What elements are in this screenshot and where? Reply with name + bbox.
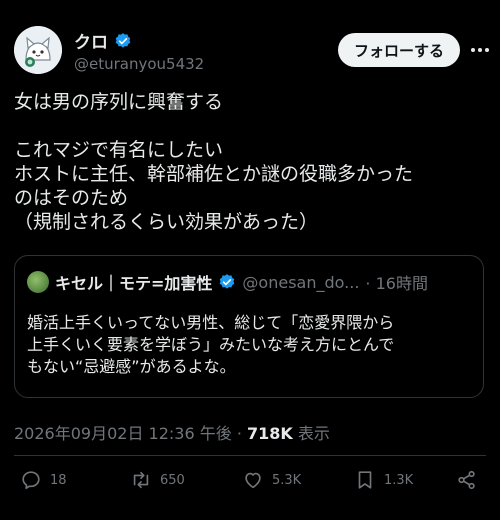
author-handle[interactable]: @eturanyou5432 — [74, 55, 204, 73]
like-count: 5.3K — [272, 472, 302, 488]
quoted-verified-badge-icon — [220, 274, 235, 289]
bookmark-icon — [358, 471, 372, 489]
tweet-text: 女は男の序列に興奮する これマジで有名にしたい ホストに主任、幹部補佐とか謎の役… — [14, 91, 414, 233]
quoted-author-handle: @onesan_do... — [242, 272, 360, 292]
bookmark-button[interactable]: 1.3K — [354, 465, 413, 495]
author-name-row: クロ — [74, 28, 132, 53]
follow-button[interactable]: フォローする — [337, 33, 460, 67]
quoted-author-name: キセル｜モテ=加害性 — [55, 274, 213, 293]
tweet-view: クロ @eturanyou5432 フォローする 女は男の序列に興奮する これマ… — [0, 0, 500, 520]
divider — [14, 455, 486, 456]
quoted-tweet-text: 婚活上手くいってない男性、総じて「恋愛界隈から 上手くいく要素を学ぼう」みたいな… — [27, 313, 395, 376]
action-bar: 18 650 5.3K 1.3K — [0, 465, 500, 495]
quoted-author-avatar — [27, 271, 49, 293]
share-button[interactable] — [456, 465, 478, 495]
quoted-tweet-header: キセル｜モテ=加害性 @onesan_do... · 16時間 — [27, 270, 428, 294]
tweet-timestamp[interactable]: 2026年09月02日 12:36 午後 — [14, 424, 232, 443]
more-dots-icon[interactable] — [468, 40, 492, 60]
reply-count: 18 — [50, 472, 67, 488]
view-count: 718K — [247, 424, 293, 443]
tweet-meta: 2026年09月02日 12:36 午後 · 718K 表示 — [14, 420, 330, 444]
repost-count: 650 — [160, 472, 185, 488]
reply-button[interactable]: 18 — [20, 465, 67, 495]
heart-icon — [245, 472, 261, 489]
quoted-tweet-card[interactable]: キセル｜モテ=加害性 @onesan_do... · 16時間 婚活上手くいって… — [14, 255, 484, 398]
share-icon — [458, 470, 475, 490]
like-button[interactable]: 5.3K — [242, 465, 301, 495]
verified-badge-icon — [115, 32, 131, 48]
repost-icon — [133, 471, 149, 489]
repost-button[interactable]: 650 — [130, 465, 185, 495]
reply-icon — [22, 471, 40, 490]
cat-avatar-icon — [14, 26, 62, 74]
bookmark-count: 1.3K — [384, 472, 414, 488]
meta-separator: · — [231, 424, 247, 443]
author-name[interactable]: クロ — [74, 28, 108, 53]
view-count-label: 表示 — [292, 424, 330, 443]
author-avatar[interactable] — [14, 26, 62, 74]
quoted-tweet-time: · 16時間 — [365, 274, 428, 293]
